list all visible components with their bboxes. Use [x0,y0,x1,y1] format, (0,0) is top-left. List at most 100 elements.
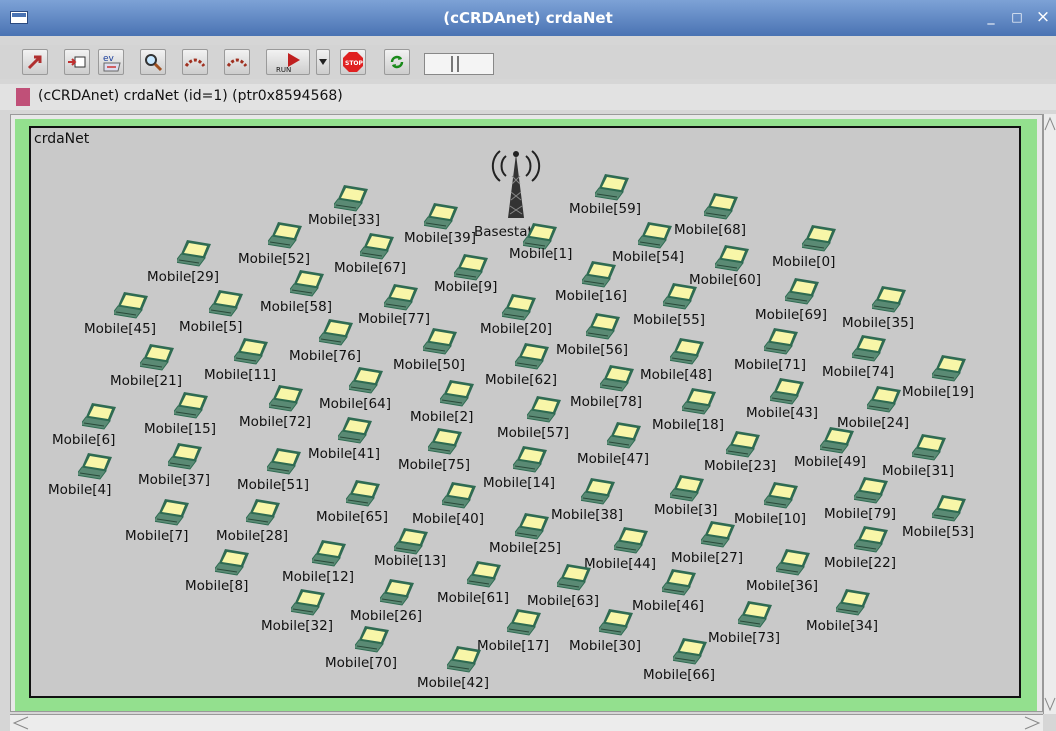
zoom-in-button[interactable] [182,49,208,75]
mobile-node[interactable]: Mobile[17] [477,609,549,654]
mobile-node[interactable]: Mobile[54] [612,222,684,265]
mobile-node[interactable]: Mobile[20] [480,294,552,337]
mobile-node[interactable]: Mobile[70] [325,626,397,671]
mobile-node[interactable]: Mobile[35] [842,286,914,331]
laptop-icon [155,499,189,526]
mobile-node[interactable]: Mobile[50] [393,328,465,373]
mobile-node[interactable]: Mobile[63] [527,564,599,609]
mobile-node[interactable]: Mobile[10] [734,482,806,527]
mobile-node[interactable]: Mobile[78] [570,365,642,410]
mobile-node[interactable]: Mobile[27] [671,521,743,566]
mobile-node[interactable]: Mobile[66] [643,638,715,683]
mobile-node[interactable]: Mobile[16] [555,261,627,304]
mobile-node[interactable]: Mobile[76] [289,319,361,364]
mobile-node[interactable]: Mobile[52] [238,222,310,267]
mobile-node[interactable]: Mobile[51] [237,448,309,493]
mobile-node[interactable]: Mobile[26] [350,579,422,624]
mobile-node[interactable]: Mobile[47] [577,422,649,467]
mobile-node[interactable]: Mobile[64] [319,367,391,412]
mobile-node[interactable]: Mobile[23] [704,431,776,474]
module-output-button[interactable] [64,49,90,75]
mobile-node[interactable]: Mobile[11] [204,338,276,383]
mobile-node[interactable]: Mobile[13] [374,528,446,569]
horizontal-scrollbar[interactable] [10,714,1043,731]
minimize-button[interactable]: _ [980,7,1002,27]
mobile-node[interactable]: Mobile[19] [902,355,974,400]
mobile-node[interactable]: Mobile[59] [569,174,641,217]
mobile-node[interactable]: Mobile[40] [412,482,484,527]
mobile-node[interactable]: Mobile[6] [52,403,116,448]
mobile-node[interactable]: Mobile[0] [772,225,836,270]
mobile-node[interactable]: Mobile[79] [824,477,896,522]
mobile-node[interactable]: Mobile[9] [434,254,497,295]
mobile-node[interactable]: Mobile[72] [239,385,311,430]
mobile-node[interactable]: Mobile[42] [417,646,489,691]
laptop-icon [595,174,629,201]
mobile-node[interactable]: Mobile[53] [902,495,974,540]
mobile-node[interactable]: Mobile[41] [308,417,380,462]
mobile-node[interactable]: Mobile[3] [654,475,717,518]
mobile-node[interactable]: Mobile[31] [882,434,954,479]
stop-button[interactable]: STOP [340,49,366,75]
mobile-node[interactable]: Mobile[12] [282,540,354,585]
mobile-node[interactable]: Mobile[74] [822,335,894,380]
mobile-node[interactable]: Mobile[61] [437,561,509,606]
mobile-node[interactable]: Mobile[28] [216,499,288,544]
mobile-node[interactable]: Mobile[65] [316,480,388,525]
mobile-node[interactable]: Mobile[8] [185,549,249,594]
mobile-node[interactable]: Mobile[62] [485,343,557,388]
mobile-node[interactable]: Mobile[4] [48,453,112,498]
mobile-node[interactable]: Mobile[21] [110,344,182,389]
refresh-button[interactable] [384,49,410,75]
mobile-node[interactable]: Mobile[34] [806,589,878,634]
slider-handle[interactable] [451,56,459,72]
mobile-node[interactable]: Mobile[43] [746,378,818,421]
mobile-node[interactable]: Mobile[55] [633,283,705,328]
inspect-button[interactable] [140,49,166,75]
mobile-node[interactable]: Mobile[33] [308,185,380,228]
animation-speed-slider[interactable] [424,53,494,75]
go-to-parent-button[interactable] [22,49,48,75]
mobile-node[interactable]: Mobile[7] [125,499,189,544]
mobile-node[interactable]: Mobile[29] [147,240,219,285]
mobile-node[interactable]: Mobile[5] [179,290,243,335]
mobile-node[interactable]: Mobile[48] [640,338,712,383]
mobile-node[interactable]: Mobile[2] [410,380,474,425]
mobile-node[interactable]: Mobile[25] [489,513,561,556]
mobile-node[interactable]: Mobile[49] [794,427,866,470]
mobile-node[interactable]: Mobile[22] [824,526,896,571]
mobile-node[interactable]: Mobile[24] [837,386,909,431]
mobile-node[interactable]: Mobile[1] [509,223,572,262]
mobile-node[interactable]: Mobile[32] [261,589,333,634]
mobile-node[interactable]: Mobile[69] [755,278,827,323]
mobile-node[interactable]: Mobile[60] [689,245,761,288]
mobile-node[interactable]: Mobile[18] [652,388,724,433]
close-button[interactable]: × [1032,7,1054,27]
mobile-node[interactable]: Mobile[56] [556,313,628,358]
mobile-node[interactable]: Mobile[73] [708,601,780,646]
mobile-node[interactable]: Mobile[15] [144,392,216,437]
run-mode-dropdown[interactable] [316,49,330,75]
mobile-node[interactable]: Mobile[39] [404,203,476,246]
vertical-scrollbar[interactable] [1043,114,1056,714]
mobile-node[interactable]: Mobile[38] [551,478,623,523]
mobile-node[interactable]: Mobile[77] [358,284,430,327]
mobile-node[interactable]: Mobile[37] [138,443,210,488]
mobile-node[interactable]: Mobile[36] [746,549,818,594]
mobile-node[interactable]: Mobile[46] [632,569,704,614]
run-button[interactable]: RUN [266,49,310,75]
mobile-node[interactable]: Mobile[30] [569,609,641,654]
mobile-node[interactable]: Mobile[71] [734,328,806,373]
mobile-node[interactable]: Mobile[68] [674,193,746,238]
mobile-node[interactable]: Mobile[58] [260,270,332,315]
maximize-button[interactable]: □ [1006,7,1028,27]
mobile-node[interactable]: Mobile[57] [497,396,569,441]
zoom-out-button[interactable] [224,49,250,75]
mobile-node[interactable]: Mobile[75] [398,428,470,473]
mobile-node[interactable]: Mobile[14] [483,446,555,491]
event-log-button[interactable]: ev [98,49,124,75]
laptop-icon [428,428,462,455]
mobile-node[interactable]: Mobile[45] [84,292,156,337]
mobile-node[interactable]: Mobile[67] [334,233,406,276]
mobile-node[interactable]: Mobile[44] [584,527,656,572]
